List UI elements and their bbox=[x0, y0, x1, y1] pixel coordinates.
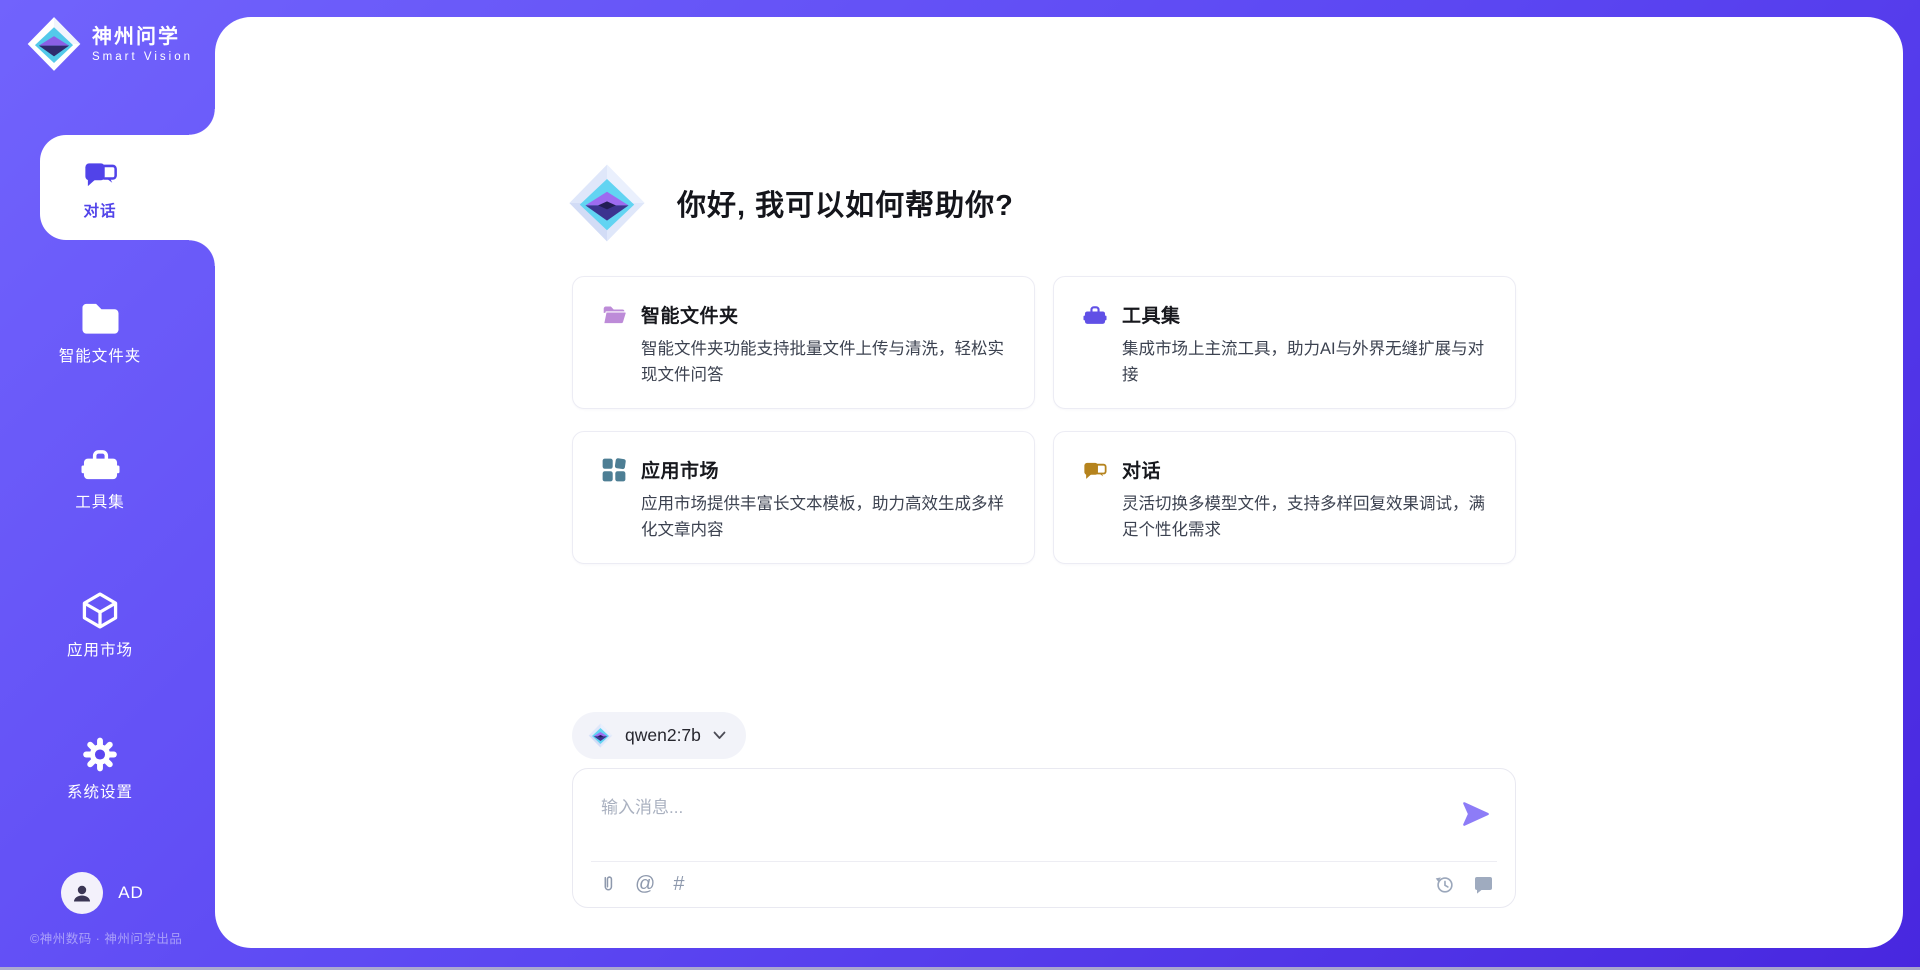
card-description: 集成市场上主流工具，助力AI与外界无缝扩展与对接 bbox=[1122, 337, 1489, 388]
feedback-button[interactable] bbox=[1473, 874, 1493, 894]
chevron-down-icon bbox=[713, 731, 726, 740]
history-button[interactable] bbox=[1434, 874, 1455, 895]
sidebar-item-label: 工具集 bbox=[75, 490, 125, 512]
main-content: 你好, 我可以如何帮助你? 智能文件夹 智能文件夹功能支持批量文件上传与清洗，轻… bbox=[215, 17, 1903, 948]
card-toolset[interactable]: 工具集 集成市场上主流工具，助力AI与外界无缝扩展与对接 bbox=[1053, 276, 1516, 409]
chat-icon bbox=[82, 155, 119, 192]
app-name: 神州问学 bbox=[92, 26, 193, 48]
topic-button[interactable]: # bbox=[673, 874, 684, 894]
sidebar: 神州问学 Smart Vision 对话 智能文件夹 工具集 应用市场 bbox=[0, 0, 215, 970]
model-logo-icon bbox=[588, 723, 613, 748]
app-logo-icon bbox=[26, 16, 82, 72]
sidebar-item-smart-folder[interactable]: 智能文件夹 bbox=[0, 300, 215, 366]
attach-file-button[interactable] bbox=[599, 873, 617, 895]
card-smart-folder[interactable]: 智能文件夹 智能文件夹功能支持批量文件上传与清洗，轻松实现文件问答 bbox=[572, 276, 1035, 409]
card-description: 灵活切换多模型文件，支持多样回复效果调试，满足个性化需求 bbox=[1122, 492, 1489, 543]
app-subtitle: Smart Vision bbox=[92, 51, 193, 63]
greeting: 你好, 我可以如何帮助你? bbox=[567, 163, 1014, 243]
sidebar-item-label: 对话 bbox=[83, 199, 116, 221]
app-logo-icon bbox=[567, 163, 647, 243]
card-app-market[interactable]: 应用市场 应用市场提供丰富长文本模板，助力高效生成多样化文章内容 bbox=[572, 431, 1035, 564]
card-title: 对话 bbox=[1122, 456, 1161, 483]
hash-glyph: # bbox=[673, 874, 684, 894]
card-chat[interactable]: 对话 灵活切换多模型文件，支持多样回复效果调试，满足个性化需求 bbox=[1053, 431, 1516, 564]
card-title: 工具集 bbox=[1122, 301, 1181, 328]
user-profile[interactable]: AD bbox=[0, 872, 215, 914]
brand-text: 神州问学 Smart Vision bbox=[92, 26, 193, 63]
chat-bubble-icon bbox=[1473, 874, 1493, 894]
folder-icon bbox=[78, 300, 122, 337]
toolbox-icon bbox=[79, 446, 122, 483]
sidebar-item-label: 系统设置 bbox=[67, 780, 133, 802]
greeting-title: 你好, 我可以如何帮助你? bbox=[677, 182, 1014, 224]
brand: 神州问学 Smart Vision bbox=[26, 16, 193, 72]
card-title: 智能文件夹 bbox=[641, 301, 739, 328]
send-button[interactable] bbox=[1461, 799, 1491, 829]
sidebar-item-chat[interactable]: 对话 bbox=[0, 135, 215, 240]
composer-toolbar: @ # bbox=[599, 861, 1493, 907]
message-input[interactable] bbox=[599, 791, 1443, 853]
mention-button[interactable]: @ bbox=[635, 874, 655, 894]
sidebar-item-app-market[interactable]: 应用市场 bbox=[0, 590, 215, 660]
person-icon bbox=[70, 881, 94, 905]
feature-cards: 智能文件夹 智能文件夹功能支持批量文件上传与清洗，轻松实现文件问答 工具集 集成… bbox=[572, 276, 1516, 564]
at-glyph: @ bbox=[635, 874, 655, 894]
card-description: 应用市场提供丰富长文本模板，助力高效生成多样化文章内容 bbox=[641, 492, 1008, 543]
copyright-footer: ©神州数码 · 神州问学出品 bbox=[30, 928, 182, 947]
sidebar-item-label: 智能文件夹 bbox=[59, 344, 142, 366]
message-composer: @ # bbox=[572, 768, 1516, 908]
paperclip-icon bbox=[599, 873, 617, 895]
card-title: 应用市场 bbox=[641, 456, 719, 483]
model-name: qwen2:7b bbox=[625, 725, 701, 746]
sidebar-item-toolset[interactable]: 工具集 bbox=[0, 446, 215, 512]
apps-grid-icon bbox=[601, 457, 627, 483]
gear-icon bbox=[79, 736, 121, 773]
sidebar-item-settings[interactable]: 系统设置 bbox=[0, 736, 215, 802]
user-name: AD bbox=[118, 883, 144, 903]
model-selector[interactable]: qwen2:7b bbox=[572, 712, 746, 759]
active-tab-background bbox=[40, 135, 215, 240]
clock-history-icon bbox=[1434, 874, 1455, 895]
sidebar-item-label: 应用市场 bbox=[67, 638, 133, 660]
cube-icon bbox=[78, 590, 122, 631]
folder-open-icon bbox=[601, 302, 627, 328]
avatar bbox=[61, 872, 103, 914]
chat-icon bbox=[1082, 457, 1108, 483]
toolbox-icon bbox=[1082, 302, 1108, 328]
send-icon bbox=[1461, 799, 1491, 829]
card-description: 智能文件夹功能支持批量文件上传与清洗，轻松实现文件问答 bbox=[641, 337, 1008, 388]
